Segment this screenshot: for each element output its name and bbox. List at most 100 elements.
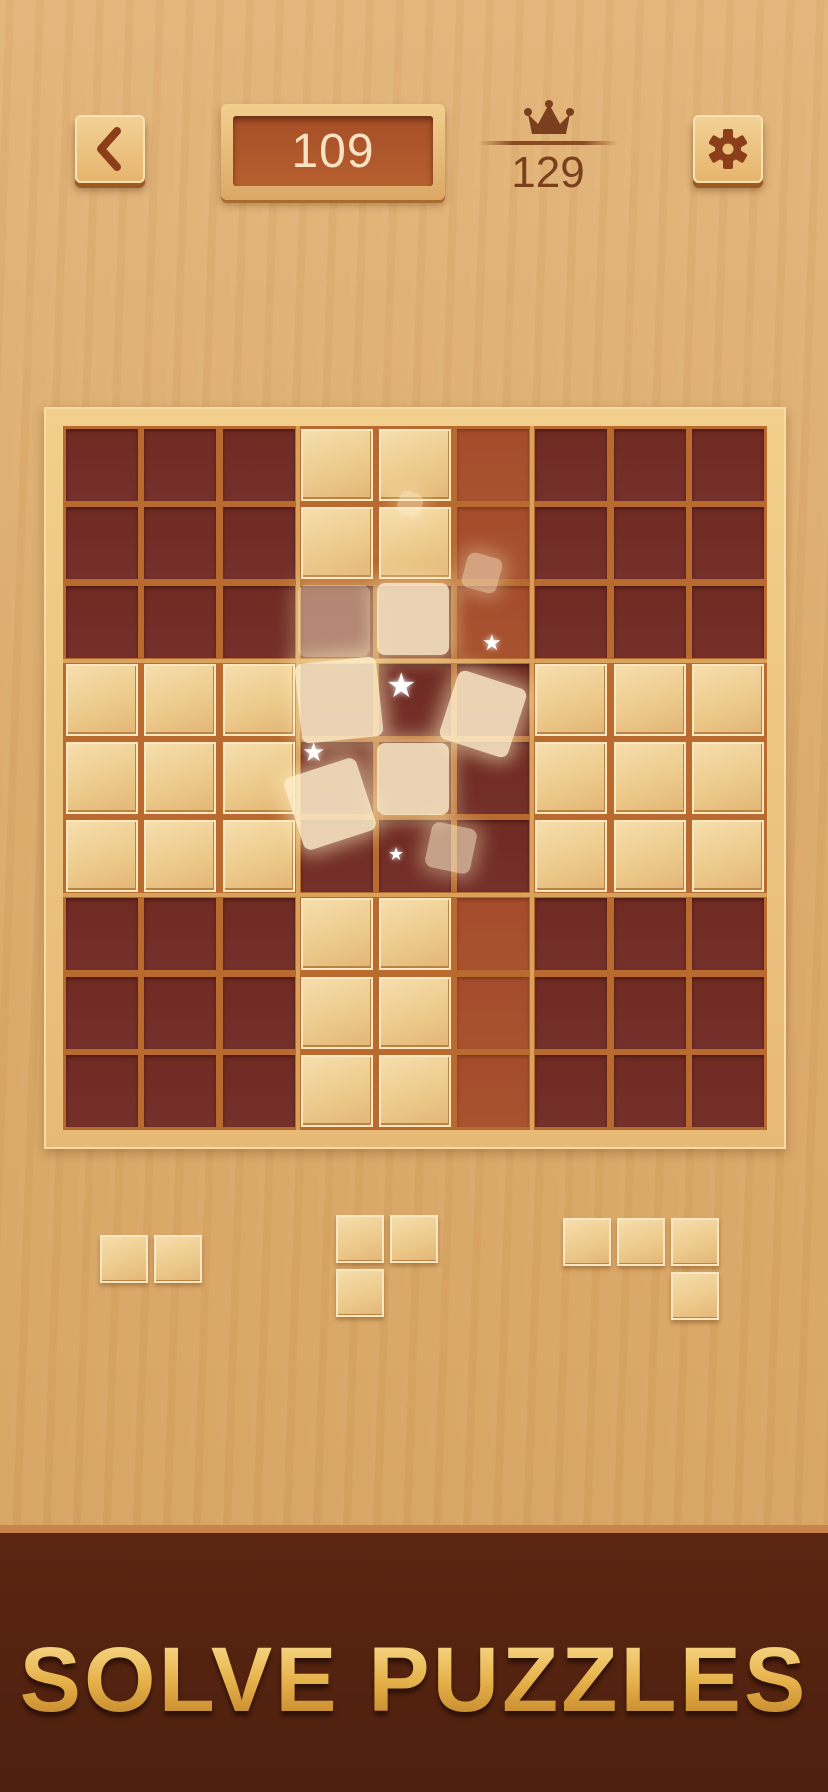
board-cell-empty[interactable] — [222, 1054, 295, 1127]
board-cell-empty[interactable] — [691, 898, 764, 971]
board-cell-empty[interactable] — [144, 585, 217, 658]
board-cell-empty[interactable] — [613, 429, 686, 502]
board-cell-filled[interactable] — [613, 742, 686, 814]
board-cell-empty[interactable] — [535, 429, 608, 502]
best-score: 129 — [511, 148, 585, 197]
board-cell-filled[interactable] — [222, 742, 295, 814]
board-cell-filled[interactable] — [300, 898, 373, 971]
board-cell-empty[interactable] — [144, 429, 217, 502]
board-cell-filled[interactable] — [66, 742, 139, 814]
banner-title: SOLVE PUZZLES — [0, 1628, 828, 1733]
glow-block — [298, 585, 370, 657]
current-score-panel: 109 — [221, 104, 445, 200]
board-cell-filled[interactable] — [300, 507, 373, 580]
promo-banner: SOLVE PUZZLES — [0, 1525, 828, 1792]
board-cell-empty[interactable] — [66, 429, 139, 502]
glow-block — [294, 655, 384, 745]
piece-block — [336, 1269, 384, 1317]
glow-block — [377, 583, 449, 655]
board-cell-filled[interactable] — [66, 663, 139, 736]
board-cell-empty[interactable] — [535, 1054, 608, 1127]
box-divider-horizontal — [63, 658, 767, 663]
sparkle-star-icon: ★ — [482, 631, 502, 656]
board-cell-filled[interactable] — [379, 976, 451, 1049]
board-cell-empty[interactable] — [613, 898, 686, 971]
board-cell-filled[interactable] — [613, 820, 686, 893]
board-cell-filled[interactable] — [691, 742, 764, 814]
settings-button[interactable] — [693, 115, 763, 183]
board-cell-empty[interactable] — [66, 976, 139, 1049]
board-cell-empty[interactable] — [66, 507, 139, 580]
board-cell-filled[interactable] — [300, 1054, 373, 1127]
gear-icon — [708, 129, 748, 169]
board-cell-empty[interactable] — [691, 507, 764, 580]
board-cell-filled[interactable] — [535, 820, 608, 893]
board-cell-empty[interactable] — [535, 507, 608, 580]
best-score-panel: 129 — [478, 100, 628, 200]
board-cell-filled[interactable] — [379, 429, 451, 502]
board-cell-highlighted[interactable] — [457, 976, 530, 1049]
sparkle-star-icon: ★ — [388, 844, 405, 865]
board-cell-highlighted[interactable] — [457, 898, 530, 971]
board-cell-filled[interactable] — [535, 742, 608, 814]
board-cell-filled[interactable] — [66, 820, 139, 893]
board-cell-empty[interactable] — [222, 976, 295, 1049]
glow-block — [377, 743, 449, 815]
board-cell-filled[interactable] — [379, 898, 451, 971]
board-cell-filled[interactable] — [144, 663, 217, 736]
piece-block — [154, 1235, 202, 1283]
board-cell-empty[interactable] — [691, 585, 764, 658]
board-cell-empty[interactable] — [535, 585, 608, 658]
best-score-divider — [478, 141, 618, 145]
box-divider-vertical — [530, 426, 535, 1130]
piece-block — [563, 1218, 611, 1266]
board-cell-filled[interactable] — [144, 742, 217, 814]
board-cell-empty[interactable] — [222, 507, 295, 580]
board-cell-empty[interactable] — [222, 585, 295, 658]
board-cell-filled[interactable] — [379, 507, 451, 580]
board-cell-filled[interactable] — [691, 820, 764, 893]
chevron-left-icon — [97, 127, 121, 171]
board-cell-empty[interactable] — [222, 898, 295, 971]
board-cell-filled[interactable] — [379, 1054, 451, 1127]
sparkle-star-icon: ★ — [386, 666, 417, 706]
score-display: 109 — [233, 116, 433, 186]
board-cell-filled[interactable] — [222, 663, 295, 736]
current-score: 109 — [291, 124, 375, 178]
board-cell-empty[interactable] — [535, 898, 608, 971]
box-divider-horizontal — [63, 893, 767, 898]
board-cell-empty[interactable] — [613, 1054, 686, 1127]
board-cell-empty[interactable] — [691, 429, 764, 502]
board-cell-empty[interactable] — [222, 429, 295, 502]
board-cell-empty[interactable] — [144, 898, 217, 971]
board-cell-filled[interactable] — [144, 820, 217, 893]
board-cell-filled[interactable] — [222, 820, 295, 893]
board-cell-empty[interactable] — [691, 1054, 764, 1127]
board-cell-highlighted[interactable] — [457, 1054, 530, 1127]
board-cell-empty[interactable] — [66, 585, 139, 658]
back-button[interactable] — [75, 115, 145, 183]
board-cell-empty[interactable] — [66, 1054, 139, 1127]
board-cell-empty[interactable] — [144, 976, 217, 1049]
board-cell-filled[interactable] — [535, 663, 608, 736]
piece-block — [336, 1215, 384, 1263]
board-cell-empty[interactable] — [613, 976, 686, 1049]
board-cell-empty[interactable] — [613, 585, 686, 658]
sparkle-star-icon: ★ — [302, 738, 326, 768]
board-cell-filled[interactable] — [691, 663, 764, 736]
board-cell-filled[interactable] — [613, 663, 686, 736]
piece-block — [671, 1272, 719, 1320]
board-cell-filled[interactable] — [300, 429, 373, 502]
board-cell-empty[interactable] — [613, 507, 686, 580]
board-cell-empty[interactable] — [691, 976, 764, 1049]
board-cell-filled[interactable] — [300, 976, 373, 1049]
board-cell-empty[interactable] — [144, 1054, 217, 1127]
glow-block — [423, 820, 479, 876]
piece-block — [617, 1218, 665, 1266]
board-cell-empty[interactable] — [535, 976, 608, 1049]
board-cell-empty[interactable] — [144, 507, 217, 580]
piece-block — [390, 1215, 438, 1263]
piece-block — [671, 1218, 719, 1266]
board-cell-highlighted[interactable] — [457, 429, 530, 502]
board-cell-empty[interactable] — [66, 898, 139, 971]
